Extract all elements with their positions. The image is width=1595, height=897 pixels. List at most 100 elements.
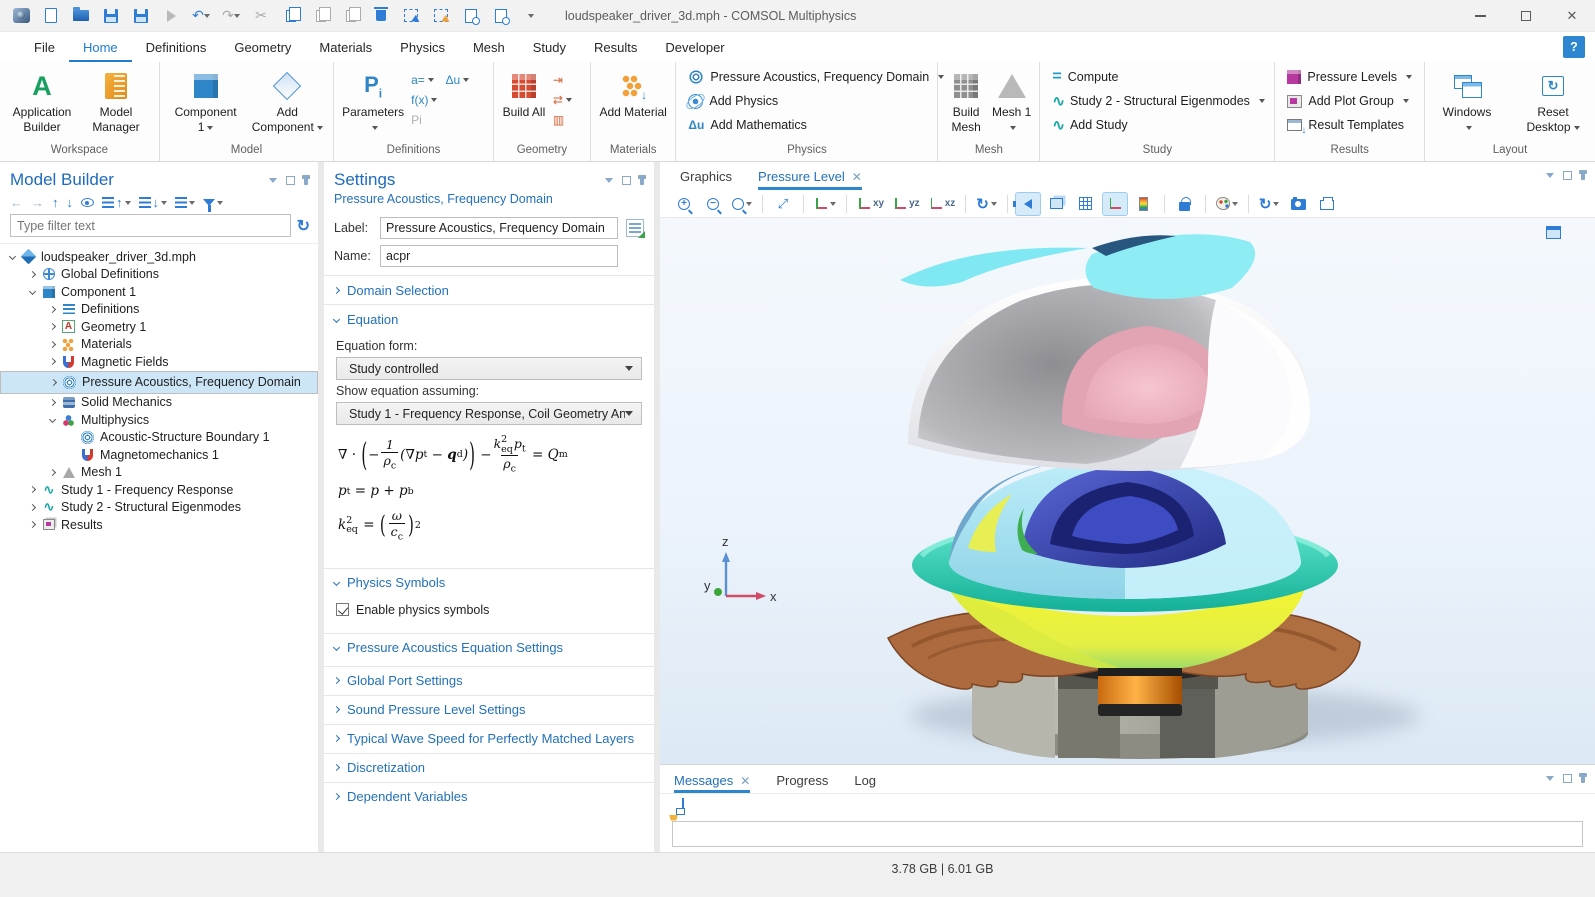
tree-item[interactable]: Multiphysics — [0, 411, 318, 429]
minimize-button[interactable] — [1457, 0, 1503, 32]
tab-geometry[interactable]: Geometry — [220, 32, 305, 62]
undo-icon[interactable]: ↶ — [188, 4, 214, 28]
section-global-port-settings[interactable]: Global Port Settings — [324, 666, 654, 695]
result-templates-button[interactable]: Result Templates — [1281, 113, 1410, 137]
zoom-extents-icon[interactable]: ⤢ — [771, 193, 795, 215]
show-axes-icon[interactable] — [1103, 193, 1127, 215]
tab-definitions[interactable]: Definitions — [132, 32, 221, 62]
open-in-window-icon[interactable] — [682, 799, 684, 813]
move-up-icon[interactable]: ↑ — [52, 195, 59, 210]
enable-physics-symbols-row[interactable]: Enable physics symbols — [336, 599, 642, 621]
parameters-button[interactable]: Pi Parameters — [340, 65, 406, 135]
panel-menu-icon[interactable] — [1546, 776, 1554, 781]
tree-item[interactable]: Definitions — [0, 301, 318, 319]
transparency-icon[interactable] — [1045, 193, 1069, 215]
paste-icon[interactable] — [308, 4, 334, 28]
enable-physics-symbols-checkbox[interactable] — [336, 603, 349, 616]
close-button[interactable]: ✕ — [1549, 0, 1595, 32]
filter-icon[interactable] — [203, 199, 223, 206]
add-physics-button[interactable]: Add Physics — [682, 89, 784, 113]
section-dependent-variables[interactable]: Dependent Variables — [324, 782, 654, 811]
delete-icon[interactable] — [368, 4, 394, 28]
tab-study[interactable]: Study — [519, 32, 580, 62]
tab-mesh[interactable]: Mesh — [459, 32, 519, 62]
zoom-box-icon[interactable] — [730, 193, 754, 215]
forward-icon[interactable]: → — [31, 195, 44, 210]
zoom-out-icon[interactable]: − — [701, 193, 725, 215]
tree-item[interactable]: loudspeaker_driver_3d.mph — [0, 248, 318, 266]
tab-graphics[interactable]: Graphics — [680, 169, 732, 190]
panel-maximize-icon[interactable] — [622, 176, 631, 185]
update-geometry-icon[interactable]: ⇄ — [550, 91, 575, 109]
add-study-button[interactable]: ∿ Add Study — [1046, 113, 1133, 137]
windows-button[interactable]: Windows — [1431, 65, 1503, 135]
help-button[interactable]: ? — [1563, 36, 1585, 58]
tree-item[interactable]: ∿ Study 1 - Frequency Response — [0, 481, 318, 499]
panel-pin-icon[interactable] — [1581, 170, 1585, 180]
tab-home[interactable]: Home — [69, 32, 132, 62]
run-icon[interactable] — [158, 4, 184, 28]
tab-log[interactable]: Log — [854, 773, 876, 793]
redo-icon[interactable]: ↷ — [218, 4, 244, 28]
rotate-icon[interactable]: ↻ — [974, 193, 999, 215]
clear-selection-icon[interactable] — [428, 4, 454, 28]
show-equation-select[interactable]: Study 1 - Frequency Response, Coil Geome… — [336, 402, 642, 425]
save-icon[interactable] — [98, 4, 124, 28]
view-xy-icon[interactable]: xy — [855, 193, 886, 215]
tree-item[interactable]: Magnetomechanics 1 — [0, 446, 318, 464]
panel-menu-icon[interactable] — [269, 178, 277, 183]
equation-form-select[interactable]: Study controlled — [336, 357, 642, 380]
section-typical-wave-speed[interactable]: Typical Wave Speed for Perfectly Matched… — [324, 724, 654, 753]
panel-menu-icon[interactable] — [1546, 173, 1554, 178]
box-select-icon[interactable] — [398, 4, 424, 28]
section-physics-symbols[interactable]: Physics Symbols Enable physics symbols — [324, 568, 654, 633]
close-tab-icon[interactable]: ✕ — [740, 774, 750, 788]
tab-file[interactable]: File — [20, 32, 69, 62]
collapse-icon[interactable]: ↓ — [139, 195, 168, 210]
section-equation[interactable]: Equation Equation form: Study controlled… — [324, 304, 654, 568]
tree-item[interactable]: Acoustic-Structure Boundary 1 — [0, 429, 318, 447]
scene-light-icon[interactable] — [1214, 193, 1240, 215]
node-label-icon[interactable] — [175, 197, 195, 208]
add-mathematics-button[interactable]: Δu Add Mathematics — [682, 113, 813, 137]
rename-icon[interactable] — [626, 219, 644, 237]
tab-pressure-level[interactable]: Pressure Level✕ — [758, 169, 862, 190]
panel-maximize-icon[interactable] — [1563, 774, 1572, 783]
tab-physics[interactable]: Physics — [386, 32, 459, 62]
tab-materials[interactable]: Materials — [305, 32, 386, 62]
view-yz-icon[interactable]: yz — [891, 193, 922, 215]
physics-interface-button[interactable]: Pressure Acoustics, Frequency Domain — [682, 65, 950, 89]
add-plot-group-button[interactable]: Add Plot Group — [1281, 89, 1414, 113]
component-1-button[interactable]: Component 1 — [170, 65, 242, 135]
label-input[interactable] — [380, 217, 618, 239]
add-component-button[interactable]: Add Component — [251, 65, 323, 135]
duplicate-icon[interactable] — [338, 4, 364, 28]
customize-toolbar-icon[interactable] — [518, 4, 544, 28]
back-icon[interactable]: ← — [10, 195, 23, 210]
tree-item[interactable]: Mesh 1 — [0, 464, 318, 482]
panel-menu-icon[interactable] — [605, 178, 613, 183]
build-mesh-button[interactable]: Build Mesh — [944, 65, 988, 135]
go-to-view-icon[interactable] — [812, 193, 838, 215]
variables-button[interactable]: a= — [408, 71, 440, 89]
sound-icon[interactable] — [1016, 193, 1040, 215]
show-icon[interactable] — [81, 198, 94, 207]
panel-pin-icon[interactable] — [1581, 773, 1585, 783]
panel-pin-icon[interactable] — [304, 175, 308, 185]
tab-developer[interactable]: Developer — [651, 32, 738, 62]
find-icon[interactable] — [458, 4, 484, 28]
tree-item[interactable]: A Geometry 1 — [0, 318, 318, 336]
graphics-canvas[interactable]: z x y — [660, 218, 1595, 764]
application-builder-button[interactable]: A Application Builder — [6, 65, 78, 135]
mesh-1-button[interactable]: Mesh 1 — [990, 65, 1034, 135]
move-down-icon[interactable]: ↓ — [67, 195, 74, 210]
view-xz-icon[interactable]: xz — [927, 193, 958, 215]
section-pressure-acoustics-equation-settings[interactable]: Pressure Acoustics Equation Settings — [324, 633, 654, 666]
model-manager-button[interactable]: Model Manager — [80, 65, 152, 135]
parameter-case-button[interactable]: Pi — [408, 111, 440, 129]
add-material-button[interactable]: Add Material — [598, 65, 668, 120]
reset-desktop-button[interactable]: ↻ Reset Desktop — [1517, 65, 1589, 135]
open-file-icon[interactable] — [68, 4, 94, 28]
pressure-levels-button[interactable]: Pressure Levels — [1281, 65, 1418, 89]
new-file-icon[interactable] — [38, 4, 64, 28]
